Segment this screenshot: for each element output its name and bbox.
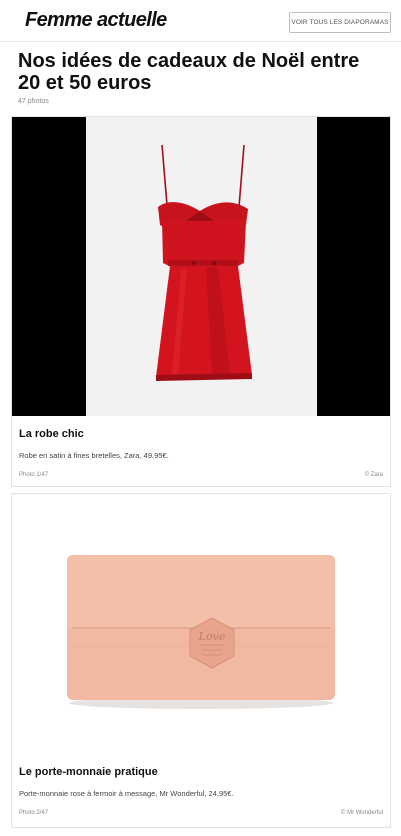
slide-title: La robe chic bbox=[19, 428, 84, 440]
slide-image-dress[interactable] bbox=[12, 117, 390, 416]
photo-credit: © Mr Wonderful bbox=[341, 810, 383, 816]
photo-counter: Photo 1/47 bbox=[19, 472, 49, 478]
slide-description: Robe en satin à fines bretelles, Zara, 4… bbox=[19, 451, 169, 460]
slide-image-wallet[interactable]: Love bbox=[12, 494, 390, 746]
slide-title: Le porte-monnaie pratique bbox=[19, 766, 158, 778]
svg-text:Love: Love bbox=[198, 630, 226, 643]
article-title: Nos idées de cadeaux de Noël entre 20 et… bbox=[18, 50, 360, 94]
slide-meta: Photo 1/47 © Zara bbox=[19, 472, 383, 478]
all-slideshows-button[interactable]: VOIR TOUS LES DIAPORAMAS bbox=[289, 12, 391, 33]
photo-count: 47 photos bbox=[18, 98, 49, 105]
pink-wallet-illustration: Love bbox=[67, 555, 335, 709]
slide-description: Porte-monnaie rose à fermoir à message, … bbox=[19, 789, 234, 798]
photo-counter: Photo 2/47 bbox=[19, 810, 49, 816]
photo-credit: © Zara bbox=[364, 472, 383, 478]
site-header: Femme actuelle VOIR TOUS LES DIAPORAMAS bbox=[0, 0, 401, 42]
site-logo[interactable]: Femme actuelle bbox=[25, 8, 167, 32]
dress-photo bbox=[86, 117, 317, 416]
slide-card-2: Love Le porte-monnaie pratique Porte-mon… bbox=[11, 493, 391, 828]
slide-meta: Photo 2/47 © Mr Wonderful bbox=[19, 810, 383, 816]
slide-card-1: La robe chic Robe en satin à fines brete… bbox=[11, 116, 391, 487]
red-dress-illustration bbox=[156, 144, 252, 381]
